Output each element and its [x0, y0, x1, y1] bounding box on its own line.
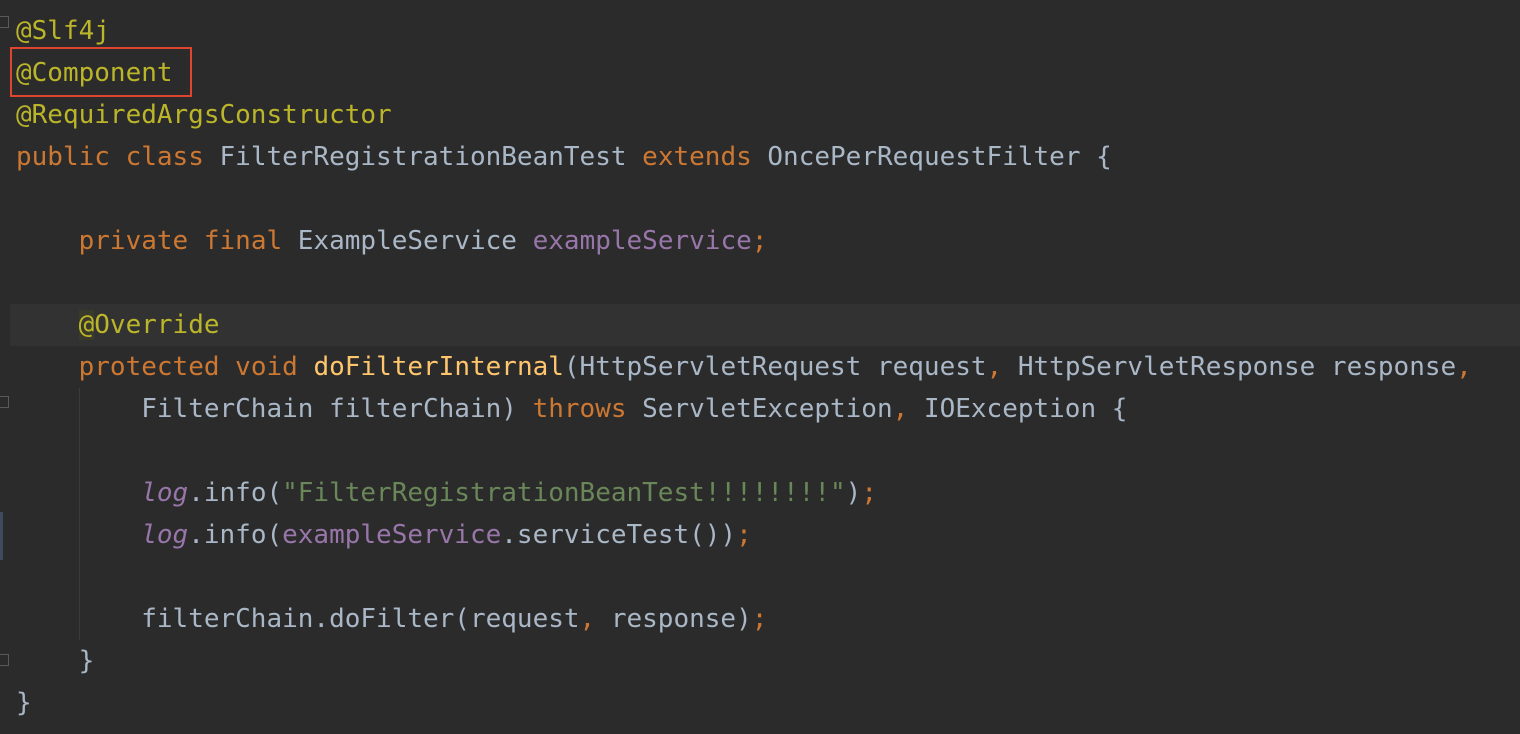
method-call: .serviceTest()): [501, 520, 737, 550]
keyword-protected: protected: [78, 352, 220, 382]
class-name: FilterRegistrationBeanTest: [219, 142, 627, 172]
method-params: FilterChain filterChain): [141, 394, 517, 424]
close-brace: }: [78, 646, 95, 676]
keyword-public: public: [16, 142, 110, 172]
code-line-9[interactable]: protected void doFilterInternal(HttpServ…: [16, 346, 1472, 388]
annotation-override: Override: [94, 310, 220, 340]
code-line-17[interactable]: }: [16, 682, 32, 724]
semicolon: ;: [736, 520, 752, 550]
close-paren: ): [845, 478, 862, 508]
code-line-3[interactable]: @RequiredArgsConstructor: [16, 94, 392, 136]
keyword-extends: extends: [642, 142, 752, 172]
fold-marker-icon[interactable]: [0, 16, 9, 28]
code-line-10[interactable]: FilterChain filterChain) throws ServletE…: [16, 388, 1127, 430]
close-brace: }: [16, 688, 32, 718]
super-class-name: OncePerRequestFilter: [767, 142, 1081, 172]
highlight-box: [10, 47, 192, 97]
code-line-16[interactable]: }: [16, 640, 95, 682]
fold-marker-icon[interactable]: [0, 396, 9, 408]
method-call: response): [595, 604, 752, 634]
code-line-1[interactable]: @Slf4j: [16, 10, 110, 52]
log-field: log: [141, 478, 189, 508]
string-literal: "FilterRegistrationBeanTest!!!!!!!!": [282, 478, 846, 508]
log-field: log: [141, 520, 189, 550]
keyword-throws: throws: [532, 394, 627, 424]
code-line-13[interactable]: log.info(exampleService.serviceTest());: [16, 514, 752, 556]
comma: ,: [986, 352, 1003, 382]
method-call: .info(: [188, 478, 283, 508]
keyword-void: void: [235, 352, 298, 382]
code-line-4[interactable]: public class FilterRegistrationBeanTest …: [16, 136, 1112, 178]
fold-marker-icon[interactable]: [0, 654, 9, 666]
method-params: (HttpServletRequest request: [563, 352, 987, 382]
annotation-at: @: [78, 310, 95, 340]
code-line-8[interactable]: @Override: [16, 304, 220, 346]
comma: ,: [892, 394, 909, 424]
editor-gutter: [0, 0, 10, 734]
open-brace: {: [1096, 142, 1112, 172]
method-name: doFilterInternal: [313, 352, 564, 382]
exception-type: IOException {: [923, 394, 1128, 424]
method-params: HttpServletResponse response: [1002, 352, 1457, 382]
comma: ,: [1456, 352, 1472, 382]
keyword-final: final: [203, 226, 283, 256]
field-type: ExampleService: [297, 226, 517, 256]
comma: ,: [579, 604, 596, 634]
keyword-class: class: [125, 142, 204, 172]
current-line-highlight: [10, 304, 1520, 346]
code-line-6[interactable]: private final ExampleService exampleServ…: [16, 220, 768, 262]
method-call: .info(: [188, 520, 283, 550]
code-editor[interactable]: @Slf4j @Component @RequiredArgsConstruct…: [0, 0, 1520, 734]
semicolon: ;: [751, 604, 768, 634]
annotation-slf4j: @Slf4j: [16, 16, 110, 46]
semicolon: ;: [751, 226, 768, 256]
field-name: exampleService: [532, 226, 752, 256]
exception-type: ServletException: [642, 394, 893, 424]
annotation-required-args-constructor: @RequiredArgsConstructor: [16, 100, 392, 130]
field-reference: exampleService: [282, 520, 502, 550]
method-call: filterChain.doFilter(request: [141, 604, 580, 634]
code-line-15[interactable]: filterChain.doFilter(request, response);: [16, 598, 767, 640]
semicolon: ;: [861, 478, 877, 508]
keyword-private: private: [78, 226, 189, 256]
change-marker: [0, 512, 3, 560]
code-line-12[interactable]: log.info("FilterRegistrationBeanTest!!!!…: [16, 472, 877, 514]
